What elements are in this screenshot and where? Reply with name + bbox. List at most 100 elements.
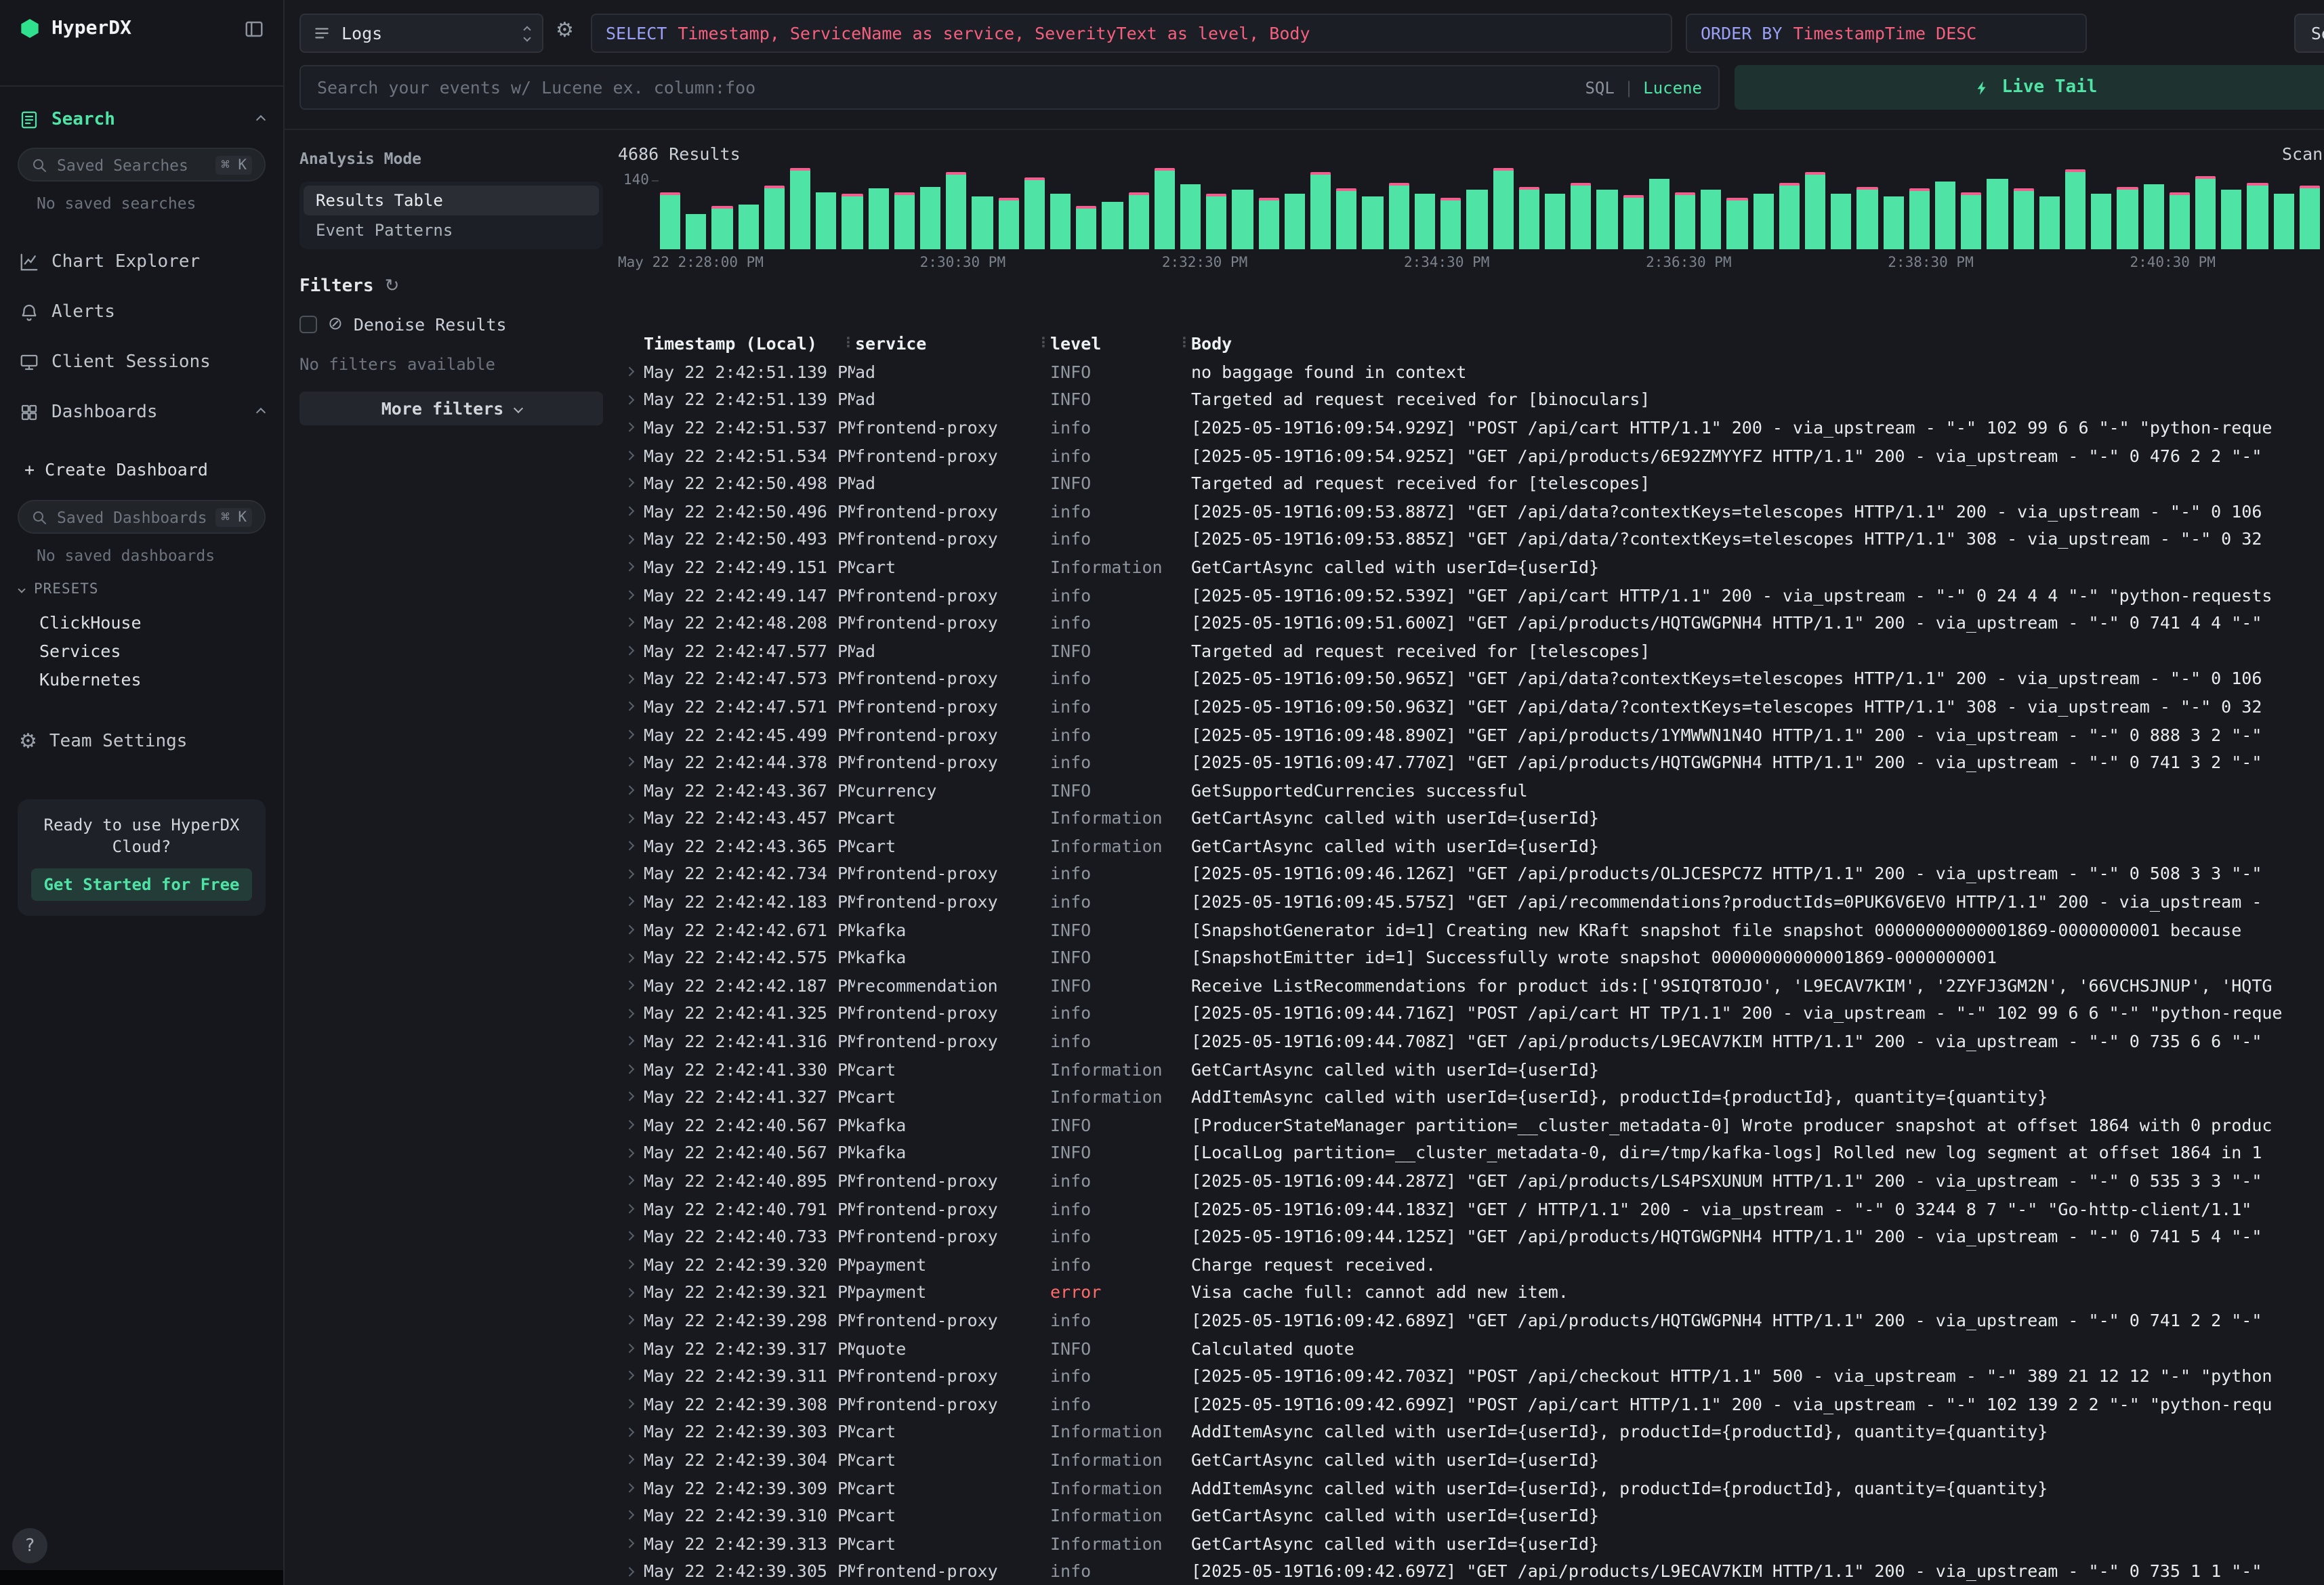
- row-expand-chevron[interactable]: [614, 1094, 644, 1100]
- row-expand-chevron[interactable]: [614, 1540, 644, 1546]
- log-row[interactable]: May 22 2:42:51.139 PM ad INFO no baggage…: [614, 358, 2324, 385]
- row-expand-chevron[interactable]: [614, 815, 644, 821]
- saved-dashboards-input[interactable]: Saved Dashboards ⌘ K: [18, 500, 266, 534]
- log-row[interactable]: May 22 2:42:41.330 PM cart Information G…: [614, 1055, 2324, 1083]
- histogram-bar[interactable]: [894, 192, 915, 249]
- histogram-bar[interactable]: [1831, 194, 1851, 249]
- refresh-icon[interactable]: ↻: [385, 276, 400, 297]
- row-expand-chevron[interactable]: [614, 1233, 644, 1240]
- histogram-bar[interactable]: [1440, 198, 1461, 249]
- histogram-bar[interactable]: [2013, 188, 2033, 249]
- histogram-bar[interactable]: [1050, 194, 1071, 249]
- row-expand-chevron[interactable]: [614, 368, 644, 375]
- preset-dashboard-link[interactable]: ClickHouse: [0, 608, 283, 637]
- source-select[interactable]: Logs: [299, 14, 543, 53]
- row-expand-chevron[interactable]: [614, 480, 644, 486]
- row-expand-chevron[interactable]: [614, 648, 644, 654]
- row-expand-chevron[interactable]: [614, 675, 644, 681]
- sql-orderby-input[interactable]: ORDER BYTimestampTime DESC: [1686, 14, 2087, 53]
- histogram-bar[interactable]: [1545, 194, 1565, 249]
- log-row[interactable]: May 22 2:42:39.311 PM frontend-proxy inf…: [614, 1362, 2324, 1390]
- log-row[interactable]: May 22 2:42:47.573 PM frontend-proxy inf…: [614, 664, 2324, 692]
- log-row[interactable]: May 22 2:42:44.378 PM frontend-proxy inf…: [614, 748, 2324, 776]
- row-expand-chevron[interactable]: [614, 870, 644, 876]
- histogram-bar[interactable]: [1310, 172, 1331, 249]
- mode-event-patterns[interactable]: Event Patterns: [304, 215, 599, 245]
- sql-select-input[interactable]: SELECTTimestamp, ServiceName as service,…: [591, 14, 1672, 53]
- log-row[interactable]: May 22 2:42:50.493 PM frontend-proxy inf…: [614, 525, 2324, 553]
- histogram-bar[interactable]: [1675, 192, 1695, 249]
- log-row[interactable]: May 22 2:42:41.325 PM frontend-proxy inf…: [614, 999, 2324, 1027]
- preset-dashboard-link[interactable]: Kubernetes: [0, 665, 283, 694]
- log-row[interactable]: May 22 2:42:51.537 PM frontend-proxy inf…: [614, 413, 2324, 441]
- log-row[interactable]: May 22 2:42:42.575 PM kafka INFO [Snapsh…: [614, 944, 2324, 971]
- row-expand-chevron[interactable]: [614, 1401, 644, 1407]
- log-row[interactable]: May 22 2:42:39.309 PM cart Information A…: [614, 1474, 2324, 1502]
- histogram-bar[interactable]: [1935, 182, 1955, 249]
- log-row[interactable]: May 22 2:42:45.499 PM frontend-proxy inf…: [614, 720, 2324, 748]
- mode-results-table[interactable]: Results Table: [304, 186, 599, 215]
- histogram-bar[interactable]: [2143, 184, 2163, 249]
- row-expand-chevron[interactable]: [614, 1429, 644, 1435]
- denoise-checkbox[interactable]: [299, 316, 317, 333]
- more-filters-button[interactable]: More filters: [299, 392, 603, 425]
- histogram-bar[interactable]: [2117, 187, 2138, 249]
- histogram-bar[interactable]: [868, 189, 888, 249]
- row-expand-chevron[interactable]: [614, 954, 644, 960]
- log-row[interactable]: May 22 2:42:39.308 PM frontend-proxy inf…: [614, 1390, 2324, 1418]
- histogram-bar[interactable]: [842, 194, 863, 249]
- get-started-button[interactable]: Get Started for Free: [31, 869, 252, 902]
- histogram-bar[interactable]: [1285, 194, 1305, 249]
- histogram-bar[interactable]: [1727, 198, 1747, 249]
- log-row[interactable]: May 22 2:42:39.313 PM cart Information G…: [614, 1529, 2324, 1557]
- histogram-bar[interactable]: [790, 167, 810, 249]
- histogram-bar[interactable]: [1363, 196, 1383, 249]
- log-row[interactable]: May 22 2:42:42.187 PM recommendation INF…: [614, 971, 2324, 999]
- histogram-bar[interactable]: [2039, 196, 2060, 249]
- sidebar-item-alerts[interactable]: Alerts: [0, 287, 283, 337]
- create-dashboard-button[interactable]: + Create Dashboard: [0, 446, 283, 492]
- log-row[interactable]: May 22 2:42:51.139 PM ad INFO Targeted a…: [614, 385, 2324, 413]
- histogram-bar[interactable]: [1753, 194, 1773, 249]
- row-expand-chevron[interactable]: [614, 787, 644, 793]
- log-row[interactable]: May 22 2:42:47.571 PM frontend-proxy inf…: [614, 692, 2324, 720]
- log-row[interactable]: May 22 2:42:41.327 PM cart Information A…: [614, 1083, 2324, 1111]
- row-expand-chevron[interactable]: [614, 620, 644, 626]
- sidebar-item-dashboards[interactable]: Dashboards: [0, 387, 283, 438]
- log-row[interactable]: May 22 2:42:39.304 PM cart Information G…: [614, 1445, 2324, 1473]
- row-expand-chevron[interactable]: [614, 703, 644, 709]
- row-expand-chevron[interactable]: [614, 1122, 644, 1128]
- histogram-bar[interactable]: [1597, 190, 1617, 249]
- histogram-bar[interactable]: [764, 186, 785, 249]
- log-row[interactable]: May 22 2:42:42.671 PM kafka INFO [Snapsh…: [614, 916, 2324, 944]
- log-row[interactable]: May 22 2:42:43.367 PM currency INFO GetS…: [614, 776, 2324, 804]
- histogram-bar[interactable]: [1180, 184, 1201, 249]
- log-row[interactable]: May 22 2:42:42.734 PM frontend-proxy inf…: [614, 860, 2324, 887]
- histogram-bar[interactable]: [2247, 184, 2268, 249]
- row-expand-chevron[interactable]: [614, 1513, 644, 1519]
- search-button[interactable]: Search: [2294, 14, 2324, 53]
- histogram-bar[interactable]: [946, 172, 966, 249]
- row-expand-chevron[interactable]: [614, 1178, 644, 1184]
- row-expand-chevron[interactable]: [614, 452, 644, 459]
- histogram-bar[interactable]: [686, 215, 706, 249]
- histogram-bar[interactable]: [2170, 192, 2190, 249]
- log-row[interactable]: May 22 2:42:40.733 PM frontend-proxy inf…: [614, 1223, 2324, 1250]
- histogram-bar[interactable]: [2221, 190, 2241, 249]
- row-expand-chevron[interactable]: [614, 396, 644, 402]
- row-expand-chevron[interactable]: [614, 732, 644, 738]
- histogram-bar[interactable]: [1987, 178, 2008, 249]
- histogram-bar[interactable]: [1805, 172, 1825, 249]
- log-row[interactable]: May 22 2:42:50.498 PM ad INFO Targeted a…: [614, 469, 2324, 497]
- help-button[interactable]: ?: [12, 1528, 47, 1563]
- sql-mode-toggle[interactable]: SQL: [1585, 78, 1614, 97]
- row-expand-chevron[interactable]: [614, 1261, 644, 1267]
- column-resize-handle[interactable]: ⋮: [1178, 335, 1191, 350]
- log-row[interactable]: May 22 2:42:39.320 PM payment info Charg…: [614, 1250, 2324, 1278]
- histogram-bar[interactable]: [998, 198, 1018, 249]
- denoise-results-option[interactable]: ⊘ Denoise Results: [299, 314, 603, 335]
- sidebar-item-team-settings[interactable]: ⚙ Team Settings: [0, 717, 283, 767]
- histogram-bar[interactable]: [738, 204, 758, 249]
- log-row[interactable]: May 22 2:42:43.457 PM cart Information G…: [614, 804, 2324, 832]
- log-row[interactable]: May 22 2:42:40.895 PM frontend-proxy inf…: [614, 1166, 2324, 1194]
